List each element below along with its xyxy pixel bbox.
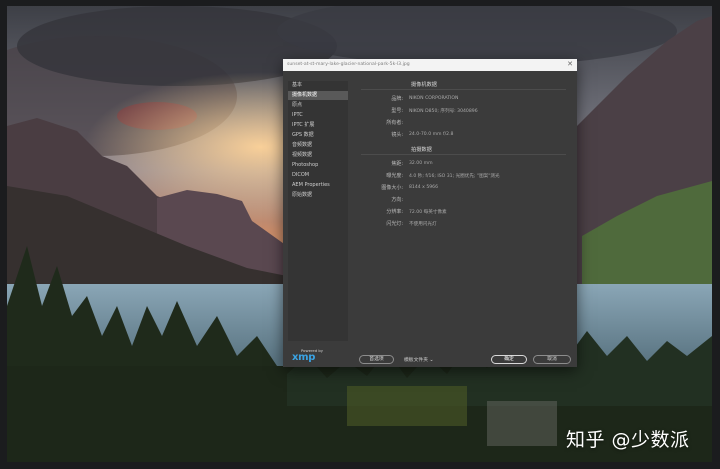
category-sidebar: 基本 摄像机数据 原点 IPTC IPTC 扩展 GPS 数据 音频数据 视频数… (288, 81, 348, 341)
sidebar-item-camera-data[interactable]: 摄像机数据 (288, 91, 348, 100)
exposure-value: 4.0 秒; f/16; ISO 31; 光圈优先; "图案"测光 (409, 173, 500, 179)
orientation-label: 方向: (391, 197, 403, 203)
xmp-logo: Powered by xmp (292, 348, 332, 364)
cancel-button[interactable]: 取消 (533, 355, 571, 364)
close-icon[interactable]: ✕ (567, 60, 573, 68)
sidebar-item-origin[interactable]: 原点 (288, 101, 348, 110)
flash-label: 闪光灯: (386, 221, 403, 227)
sidebar-item-audio-data[interactable]: 音频数据 (288, 141, 348, 150)
lens-value: 24.0-70.0 mm f/2.8 (409, 131, 454, 137)
dialog-titlebar: sunset-at-st-mary-lake-glacier-national-… (283, 59, 577, 71)
dialog-title: sunset-at-st-mary-lake-glacier-national-… (287, 62, 410, 67)
resolution-label: 分辨率: (386, 209, 403, 215)
sidebar-item-photoshop[interactable]: Photoshop (288, 161, 348, 170)
focal-length-value: 32.00 mm (409, 160, 433, 166)
template-folder-dropdown[interactable]: 模板文件夹 ⌄ (404, 356, 434, 363)
owner-label: 所有者: (386, 120, 403, 126)
model-value: NIKON D850; 序列号: 3040896 (409, 108, 478, 114)
watermark-text: 知乎 @少数派 (566, 429, 690, 451)
sidebar-item-iptc-extension[interactable]: IPTC 扩展 (288, 121, 348, 130)
sidebar-item-iptc[interactable]: IPTC (288, 111, 348, 120)
xmp-logo-text: xmp (292, 352, 316, 363)
image-size-value: 8144 x 5966 (409, 184, 439, 190)
file-info-dialog: sunset-at-st-mary-lake-glacier-national-… (283, 59, 577, 367)
resolution-value: 72.00 每英寸像素 (409, 209, 447, 215)
ok-button[interactable]: 确定 (491, 355, 527, 364)
sidebar-item-aem-properties[interactable]: AEM Properties (288, 181, 348, 190)
capture-data-heading: 拍摄数据 (411, 147, 432, 153)
sidebar-item-raw-data[interactable]: 原始数据 (288, 191, 348, 200)
image-size-label: 图像大小: (381, 185, 403, 191)
sidebar-item-dicom[interactable]: DICOM (288, 171, 348, 180)
sidebar-item-basic[interactable]: 基本 (288, 81, 348, 90)
preferences-button[interactable]: 首选项 (359, 355, 394, 364)
section-divider (361, 154, 566, 155)
brand-label: 品牌: (391, 96, 403, 102)
model-label: 型号: (391, 108, 403, 114)
sidebar-item-gps-data[interactable]: GPS 数据 (288, 131, 348, 140)
camera-data-heading: 摄像机数据 (411, 82, 437, 88)
lens-label: 镜头: (391, 132, 403, 138)
exposure-label: 曝光度: (386, 173, 403, 179)
brand-value: NIKON CORPORATION (409, 95, 459, 101)
section-divider (361, 89, 566, 90)
focal-length-label: 焦距: (391, 161, 403, 167)
flash-value: 不使用闪光灯 (409, 221, 437, 227)
sidebar-item-video-data[interactable]: 视频数据 (288, 151, 348, 160)
